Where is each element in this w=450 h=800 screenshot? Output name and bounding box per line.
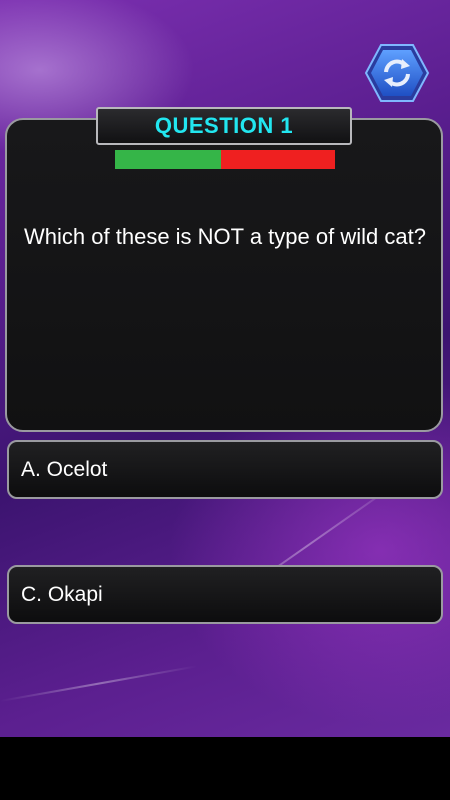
answer-option-a[interactable]: A. Ocelot xyxy=(7,440,443,499)
question-text: Which of these is NOT a type of wild cat… xyxy=(24,224,426,249)
refresh-icon xyxy=(364,44,430,102)
question-number-title: QUESTION 1 xyxy=(96,107,352,145)
quiz-screen: QUESTION 1 Which of these is NOT a type … xyxy=(0,0,450,800)
refresh-button[interactable] xyxy=(364,42,430,104)
bottom-black-bar xyxy=(0,737,450,800)
answer-option-c[interactable]: C. Okapi xyxy=(7,565,443,624)
timer-bar xyxy=(115,150,335,169)
timer-remaining-fill xyxy=(115,150,221,169)
